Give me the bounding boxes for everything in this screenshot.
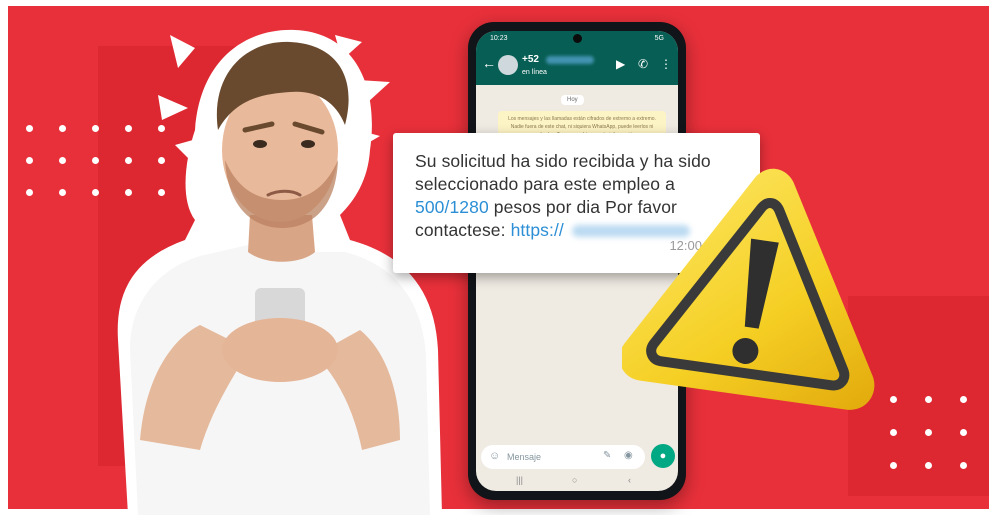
video-camera-icon[interactable]: ▶ — [616, 58, 625, 70]
warning-triangle-icon — [622, 160, 892, 415]
contact-name[interactable]: +52 — [522, 54, 539, 65]
android-nav-bar: ||| ○ ‹ — [476, 471, 678, 491]
paperclip-icon[interactable]: ✎ — [603, 450, 611, 461]
status-time: 10:23 — [490, 35, 508, 42]
recent-apps-icon[interactable]: ||| — [516, 475, 523, 485]
redacted-phone-number — [546, 56, 594, 64]
arrow-left-icon[interactable]: ← — [482, 56, 496, 70]
signal-indicator: 5G — [654, 35, 664, 42]
message-placeholder: Mensaje — [507, 452, 542, 462]
scene: 10:23 5G ← +52 en línea ▶ ✆ ⋮ Hoy Los me… — [0, 0, 997, 515]
back-nav-icon[interactable]: ‹ — [628, 475, 631, 485]
message-input[interactable]: ☺ Mensaje ✎ ◉ — [481, 445, 645, 469]
more-vertical-icon[interactable]: ⋮ — [660, 58, 672, 70]
date-label: Hoy — [561, 95, 584, 105]
camera-icon[interactable]: ◉ — [624, 450, 633, 461]
front-camera — [573, 34, 582, 43]
home-icon[interactable]: ○ — [572, 475, 577, 485]
microphone-icon[interactable]: ● — [651, 444, 675, 468]
message-link[interactable]: https:// — [511, 220, 564, 240]
message-amount: 500/1280 — [415, 197, 489, 217]
avatar[interactable] — [498, 55, 518, 75]
contact-status: en línea — [522, 69, 547, 76]
emoji-icon[interactable]: ☺ — [489, 450, 500, 462]
chat-header: ← +52 en línea ▶ ✆ ⋮ — [476, 47, 678, 85]
phone-icon[interactable]: ✆ — [638, 58, 648, 70]
status-bar: 10:23 5G — [476, 31, 678, 47]
